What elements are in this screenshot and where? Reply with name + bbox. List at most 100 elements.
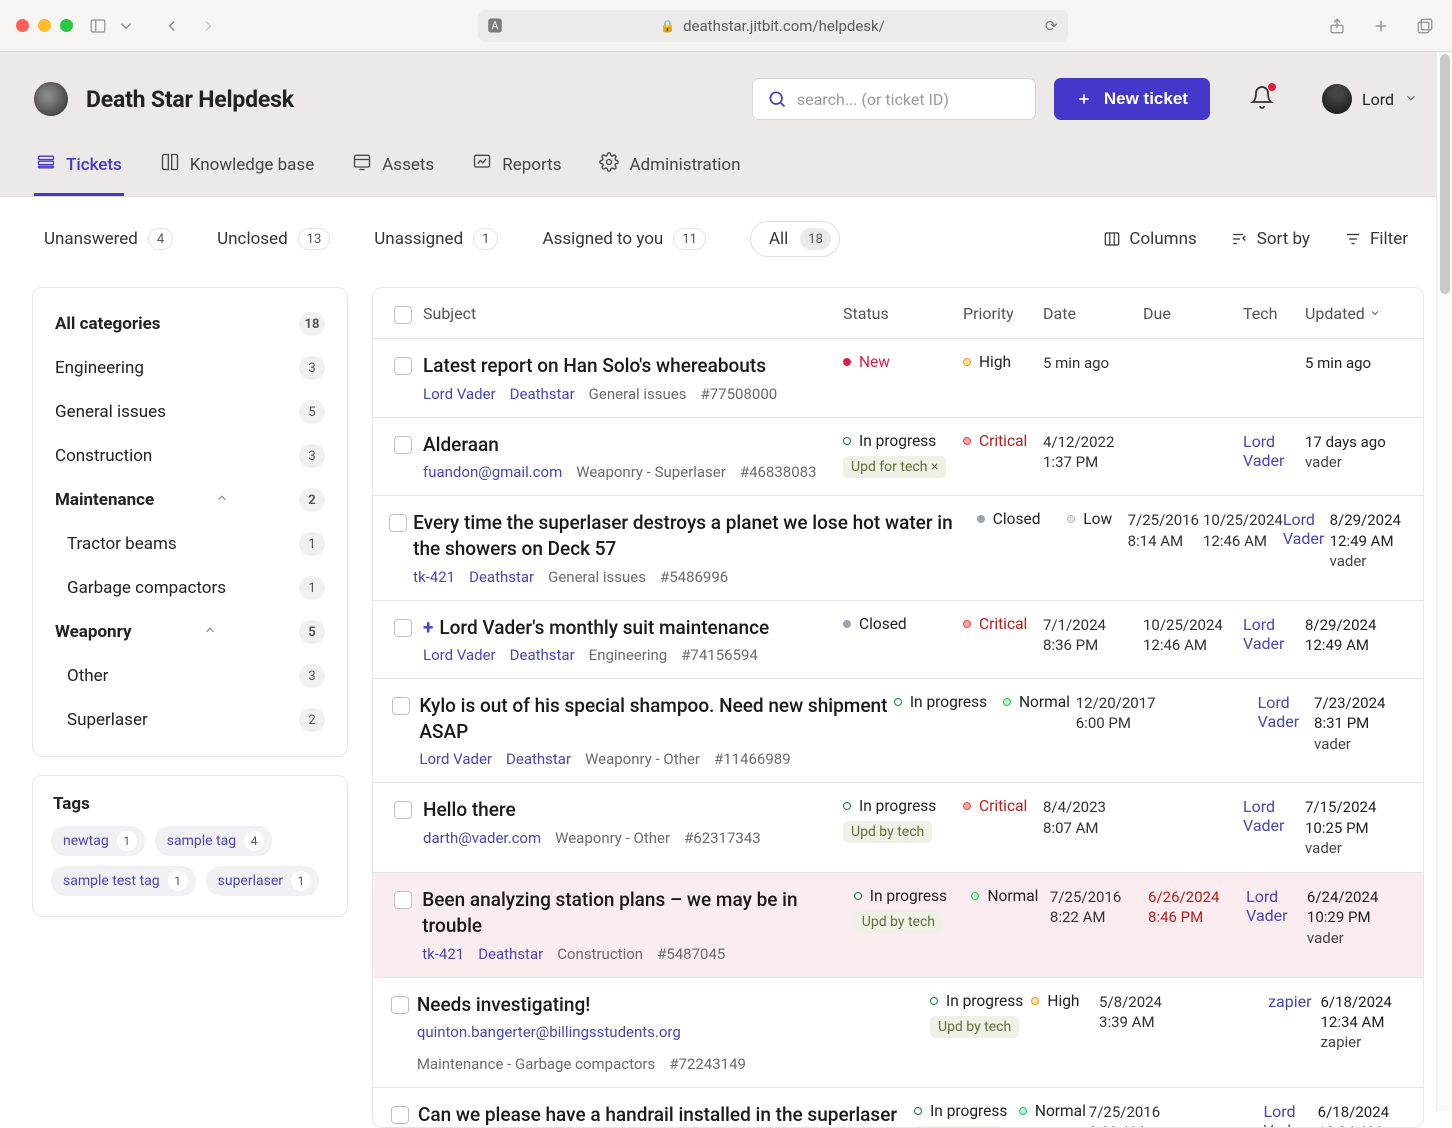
filter-unassigned[interactable]: Unassigned1: [374, 228, 498, 250]
tab-tickets[interactable]: Tickets: [34, 140, 124, 196]
tag-superlaser[interactable]: superlaser1: [206, 866, 319, 896]
ticket-tech[interactable]: Lord Vader: [1246, 887, 1307, 962]
category-weaponry[interactable]: Weaponry5: [43, 610, 337, 654]
chevron-down-icon[interactable]: [115, 15, 137, 37]
sort-button[interactable]: Sort by: [1231, 229, 1310, 249]
ticket-from[interactable]: Lord Vader: [419, 750, 492, 768]
ticket-company[interactable]: Deathstar: [506, 750, 571, 768]
user-menu[interactable]: Lord: [1322, 84, 1418, 114]
ticket-tech[interactable]: Lord Vader: [1243, 797, 1305, 858]
minimize-window-icon[interactable]: [38, 19, 51, 32]
ticket-tech[interactable]: Lord Vader: [1258, 693, 1314, 768]
row-checkbox[interactable]: [389, 514, 407, 532]
ticket-subject[interactable]: +Lord Vader's monthly suit maintenance: [423, 615, 843, 641]
tabs-icon[interactable]: [1414, 15, 1436, 37]
category-general-issues[interactable]: General issues5: [43, 390, 337, 434]
col-due[interactable]: Due: [1143, 304, 1243, 323]
table-row[interactable]: Hello there darth@vader.comWeaponry - Ot…: [373, 783, 1423, 873]
col-updated[interactable]: Updated: [1305, 304, 1405, 323]
scrollbar-thumb[interactable]: [1440, 54, 1450, 294]
new-tab-icon[interactable]: [1370, 15, 1392, 37]
status-badge[interactable]: Upd by tech: [854, 911, 943, 933]
search-input[interactable]: search... (or ticket ID): [752, 78, 1036, 120]
row-checkbox[interactable]: [391, 996, 409, 1014]
ticket-from[interactable]: tk-421: [413, 568, 455, 586]
new-ticket-button[interactable]: New ticket: [1054, 78, 1210, 120]
ticket-tech[interactable]: Lord Vader: [1264, 1102, 1318, 1127]
ticket-subject[interactable]: Can we please have a handrail installed …: [418, 1102, 914, 1127]
tab-administration[interactable]: Administration: [597, 140, 742, 196]
address-bar[interactable]: 🅰︎ 🔒 deathstar.jitbit.com/helpdesk/ ⟳: [478, 10, 1068, 42]
table-row[interactable]: Been analyzing station plans – we may be…: [373, 873, 1423, 977]
row-checkbox[interactable]: [392, 697, 410, 715]
app-logo[interactable]: [34, 82, 68, 116]
select-all-checkbox[interactable]: [394, 306, 412, 324]
ticket-from[interactable]: Lord Vader: [423, 385, 496, 403]
filter-button[interactable]: Filter: [1344, 229, 1408, 249]
close-window-icon[interactable]: [16, 19, 29, 32]
ticket-tech[interactable]: Lord Vader: [1243, 432, 1305, 482]
ticket-subject[interactable]: Needs investigating!: [417, 992, 930, 1018]
ticket-company[interactable]: Deathstar: [510, 385, 575, 403]
category-engineering[interactable]: Engineering3: [43, 346, 337, 390]
category-all-categories[interactable]: All categories18: [43, 302, 337, 346]
ticket-from[interactable]: fuandon@gmail.com: [423, 463, 562, 481]
category-garbage-compactors[interactable]: Garbage compactors1: [43, 566, 337, 610]
tab-reports[interactable]: Reports: [470, 140, 563, 196]
ticket-subject[interactable]: Kylo is out of his special shampoo. Need…: [419, 693, 893, 744]
col-priority[interactable]: Priority: [963, 304, 1043, 323]
row-checkbox[interactable]: [394, 436, 412, 454]
window-scrollbar[interactable]: [1436, 52, 1452, 1111]
tag-sample-test-tag[interactable]: sample test tag1: [51, 866, 196, 896]
row-checkbox[interactable]: [394, 357, 412, 375]
notifications-button[interactable]: [1250, 85, 1274, 113]
filter-unclosed[interactable]: Unclosed13: [217, 228, 330, 250]
table-row[interactable]: Needs investigating! quinton.bangerter@b…: [373, 978, 1423, 1089]
ticket-subject[interactable]: Every time the superlaser destroys a pla…: [413, 510, 977, 561]
table-row[interactable]: Latest report on Han Solo's whereabouts …: [373, 339, 1423, 418]
ticket-tech[interactable]: [1243, 353, 1305, 403]
ticket-tech[interactable]: Lord Vader: [1243, 615, 1305, 665]
ticket-subject[interactable]: Been analyzing station plans – we may be…: [422, 887, 854, 938]
tab-assets[interactable]: Assets: [350, 140, 436, 196]
col-tech[interactable]: Tech: [1243, 304, 1305, 323]
col-subject[interactable]: Subject: [423, 304, 843, 323]
refresh-icon[interactable]: ⟳: [1045, 17, 1058, 35]
row-checkbox[interactable]: [394, 891, 412, 909]
table-row[interactable]: Kylo is out of his special shampoo. Need…: [373, 679, 1423, 783]
ticket-subject[interactable]: Latest report on Han Solo's whereabouts: [423, 353, 843, 379]
back-icon[interactable]: [161, 15, 183, 37]
row-checkbox[interactable]: [394, 619, 412, 637]
ticket-company[interactable]: Deathstar: [478, 945, 543, 963]
sidebar-toggle-icon[interactable]: [87, 15, 109, 37]
ticket-tech[interactable]: zapier: [1268, 992, 1320, 1074]
status-badge[interactable]: Upd by tech: [843, 821, 932, 843]
chevron-up-icon[interactable]: [203, 622, 217, 642]
status-badge[interactable]: Upd by tech: [930, 1016, 1019, 1038]
category-construction[interactable]: Construction3: [43, 434, 337, 478]
ticket-tech[interactable]: Lord Vader: [1283, 510, 1330, 585]
filter-all[interactable]: All18: [750, 221, 840, 257]
table-row[interactable]: Alderaan fuandon@gmail.comWeaponry - Sup…: [373, 418, 1423, 497]
category-maintenance[interactable]: Maintenance2: [43, 478, 337, 522]
ticket-from[interactable]: darth@vader.com: [423, 829, 541, 847]
tab-knowledge-base[interactable]: Knowledge base: [158, 140, 316, 196]
table-row[interactable]: Every time the superlaser destroys a pla…: [373, 496, 1423, 600]
ticket-from[interactable]: quinton.bangerter@billingsstudents.org: [417, 1023, 681, 1041]
status-badge[interactable]: Upd by tech: [914, 1126, 1003, 1127]
col-date[interactable]: Date: [1043, 304, 1143, 323]
category-tractor-beams[interactable]: Tractor beams1: [43, 522, 337, 566]
expand-icon[interactable]: +: [423, 616, 433, 639]
reader-icon[interactable]: 🅰︎: [488, 15, 503, 36]
ticket-subject[interactable]: Hello there: [423, 797, 843, 823]
category-superlaser[interactable]: Superlaser2: [43, 698, 337, 742]
row-checkbox[interactable]: [394, 801, 412, 819]
table-row[interactable]: +Lord Vader's monthly suit maintenance L…: [373, 601, 1423, 680]
table-row[interactable]: Can we please have a handrail installed …: [373, 1088, 1423, 1127]
category-other[interactable]: Other3: [43, 654, 337, 698]
col-status[interactable]: Status: [843, 304, 963, 323]
share-icon[interactable]: [1326, 15, 1348, 37]
tag-newtag[interactable]: newtag1: [51, 826, 145, 856]
ticket-subject[interactable]: Alderaan: [423, 432, 843, 458]
ticket-from[interactable]: tk-421: [422, 945, 464, 963]
